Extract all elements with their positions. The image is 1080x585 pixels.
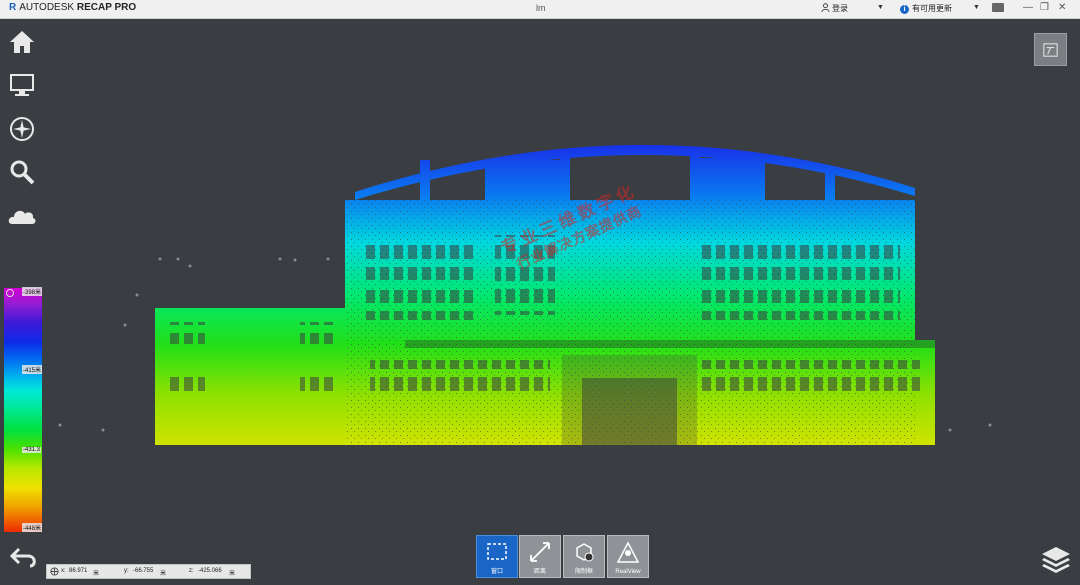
updates-button[interactable]: i 有可用更新 [900, 3, 952, 14]
coordinate-icon [50, 567, 59, 576]
z-value: -425.066 [198, 568, 222, 574]
updates-dropdown-icon[interactable]: ▼ [973, 4, 980, 11]
sign-in-label: 登录 [832, 4, 848, 13]
building-point-cloud [155, 150, 935, 445]
sign-in-button[interactable]: 登录 [821, 3, 848, 14]
restore-icon[interactable]: ❐ [1040, 2, 1049, 13]
limit-box-button[interactable]: 限制框 [563, 535, 605, 578]
layers-icon [1042, 547, 1070, 573]
limit-box-label: 限制框 [574, 569, 593, 575]
legend-settings-icon[interactable] [6, 289, 14, 297]
realview-button[interactable]: RealView [607, 535, 649, 578]
display-icon [10, 74, 34, 96]
view-cube-button[interactable] [1034, 33, 1067, 66]
layers-button[interactable] [1040, 545, 1072, 573]
realview-icon [616, 541, 640, 563]
navigation-button[interactable] [7, 115, 41, 147]
y-label: y: [124, 568, 129, 574]
info-icon: i [900, 5, 909, 14]
point-cloud-render [58, 144, 992, 445]
window-title: lm [536, 3, 546, 13]
y-unit: 米 [160, 571, 167, 577]
home-icon [10, 31, 34, 53]
chat-icon[interactable] [992, 3, 1004, 12]
x-unit: 米 [93, 571, 100, 577]
updates-label: 有可用更新 [912, 4, 952, 13]
navigation-compass-icon [10, 117, 34, 141]
logo-mark: R [9, 2, 17, 13]
cloud-icon [8, 210, 36, 224]
realview-label: RealView [615, 569, 641, 575]
legend-tick: -448米 [22, 523, 43, 532]
z-unit: 米 [229, 571, 236, 577]
search-button[interactable] [7, 158, 41, 190]
legend-tick: -415米 [22, 365, 43, 374]
z-label: z: [189, 568, 194, 574]
coordinate-readout: x: 86.971 米 y: -66.755 米 z: -425.066 米 [46, 564, 251, 579]
elevation-color-legend[interactable] [4, 288, 42, 532]
window-select-label: 窗口 [490, 569, 503, 575]
distance-icon [530, 542, 550, 562]
title-bar: R AUTODESK RECAP PRO lm 登录 ▼ i 有可用更新 ▼ — ❐… [0, 0, 1080, 19]
point-cloud-viewport[interactable]: 专业三维数字化 行业解决方案提供商 [0, 19, 1080, 580]
x-label: x: [61, 568, 66, 574]
distance-button[interactable]: 距离 [519, 535, 561, 578]
vendor-name: AUTODESK [19, 2, 75, 13]
legend-tick: -398米 [22, 287, 43, 296]
close-icon[interactable]: ✕ [1058, 2, 1066, 13]
search-icon [10, 160, 35, 185]
back-button[interactable] [9, 546, 38, 568]
x-value: 86.971 [69, 568, 88, 574]
sign-in-dropdown-icon[interactable]: ▼ [877, 4, 884, 11]
display-button[interactable] [7, 71, 41, 103]
minimize-icon[interactable]: — [1023, 2, 1033, 13]
user-icon [821, 3, 830, 13]
y-value: -66.755 [133, 568, 154, 574]
product-name: RECAP PRO [76, 2, 137, 13]
back-arrow-icon [9, 547, 36, 568]
window-select-button[interactable]: 窗口 [476, 535, 518, 578]
cloud-button[interactable] [7, 202, 41, 234]
distance-label: 距离 [533, 569, 546, 575]
view-cube-icon [1043, 43, 1058, 57]
app-logo: R AUTODESK RECAP PRO [9, 2, 136, 13]
limit-box-icon [576, 543, 594, 562]
legend-tick: -431.3 [22, 447, 42, 453]
home-button[interactable] [7, 28, 41, 60]
window-select-icon [487, 543, 507, 560]
